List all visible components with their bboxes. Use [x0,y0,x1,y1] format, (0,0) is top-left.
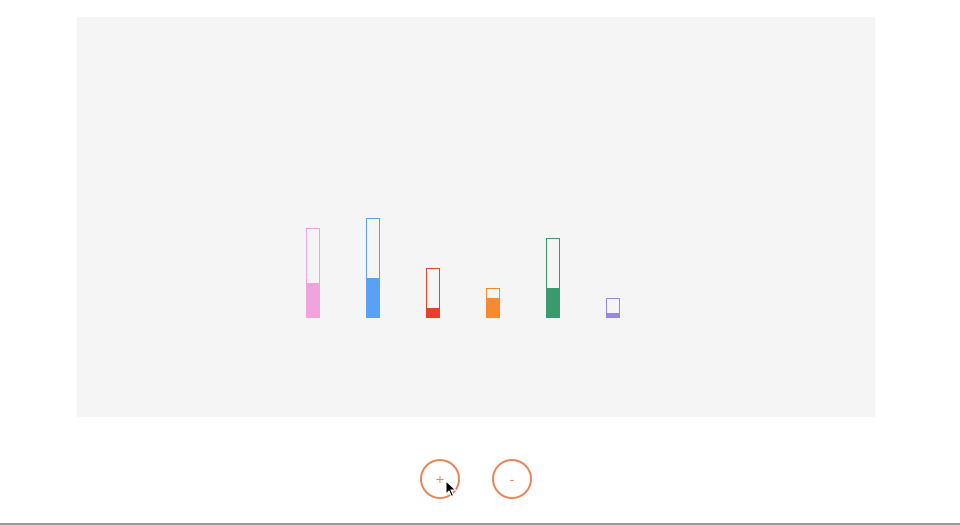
visualization-area [77,17,875,417]
cylinder-fill-orange [486,298,500,318]
cylinder-fill-red [426,308,440,318]
cylinder-orange [486,288,500,318]
decrease-button[interactable]: - [492,459,532,499]
cylinder-fill-purple [606,313,620,318]
cylinder-blue [366,218,380,318]
cylinder-pink [306,228,320,318]
cylinder-red [426,268,440,318]
cylinder-fill-pink [306,283,320,318]
page: + - [0,0,960,525]
cylinder-fill-blue [366,278,380,318]
cylinder-fill-green [546,288,560,318]
cylinder-green [546,238,560,318]
increase-button[interactable]: + [420,459,460,499]
cylinder-purple [606,298,620,318]
